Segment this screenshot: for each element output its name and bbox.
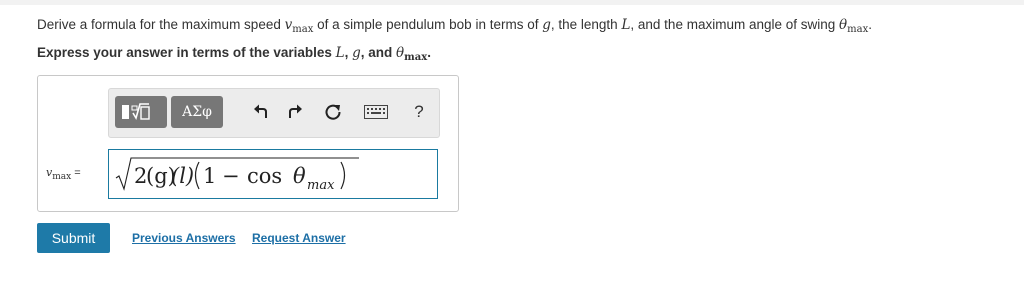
redo-button[interactable]	[281, 98, 309, 126]
undo-button[interactable]	[247, 98, 275, 126]
expr-one: 1	[203, 164, 216, 188]
expr-cos: cos	[247, 164, 282, 188]
expr-l: (l)	[171, 164, 194, 188]
top-divider	[0, 0, 1024, 5]
answer-input[interactable]: 2 (g) (l) 1 − cos θ max	[108, 149, 438, 199]
templates-button[interactable]	[115, 96, 167, 128]
request-answer-link[interactable]: Request Answer	[252, 231, 346, 245]
question-text: Derive a formula for the maximum speed v…	[37, 17, 873, 35]
answer-variable-label: vmax =	[46, 166, 81, 182]
left-paren	[194, 161, 200, 190]
answer-expression: 2 (g) (l) 1 − cos θ max	[115, 157, 359, 192]
help-button[interactable]: ?	[405, 98, 433, 126]
submit-button[interactable]: Submit	[37, 223, 110, 253]
reset-icon	[325, 104, 341, 120]
undo-icon	[254, 104, 267, 118]
expr-max: max	[307, 178, 335, 192]
reset-button[interactable]	[319, 98, 347, 126]
math-toolbar: ΑΣφ ?	[108, 88, 440, 138]
redo-icon	[289, 104, 302, 118]
templates-icon	[122, 103, 150, 120]
instruction-text: Express your answer in terms of the vari…	[37, 45, 431, 63]
keyboard-icon	[364, 105, 388, 119]
expr-theta: θ	[293, 164, 306, 188]
expr-minus: −	[222, 164, 240, 188]
previous-answers-link[interactable]: Previous Answers	[132, 231, 236, 245]
keyboard-button[interactable]	[361, 98, 391, 126]
greek-symbols-button[interactable]: ΑΣφ	[171, 96, 223, 128]
right-paren	[340, 161, 346, 190]
